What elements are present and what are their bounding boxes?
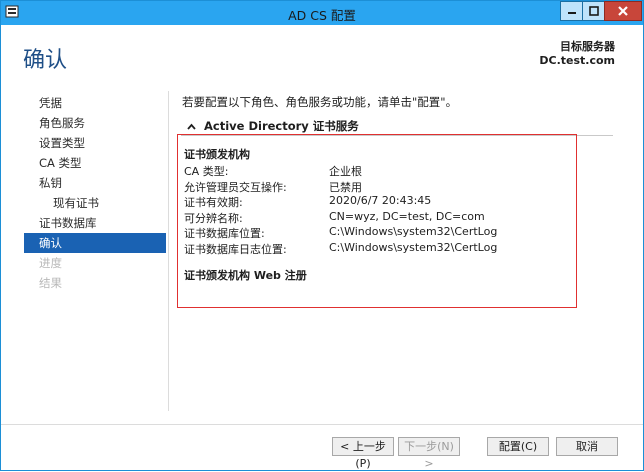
nav-item-setup-type[interactable]: 设置类型 bbox=[24, 133, 166, 153]
chevron-up-icon bbox=[187, 119, 196, 133]
nav-item-confirmation[interactable]: 确认 bbox=[24, 233, 166, 253]
footer-divider bbox=[1, 424, 643, 425]
window-title: AD CS 配置 bbox=[288, 8, 356, 23]
maximize-icon bbox=[589, 6, 599, 16]
nav-item-certificate-database[interactable]: 证书数据库 bbox=[24, 213, 166, 233]
nav-item-credentials[interactable]: 凭据 bbox=[24, 93, 166, 113]
target-server-label: 目标服务器 bbox=[560, 40, 615, 53]
previous-button[interactable]: < 上一步(P) bbox=[332, 437, 394, 470]
close-button[interactable] bbox=[604, 1, 642, 21]
nav-item-role-services[interactable]: 角色服务 bbox=[24, 113, 166, 133]
section-toggle-ad-cs[interactable]: Active Directory 证书服务 bbox=[187, 118, 359, 134]
minimize-icon bbox=[568, 12, 576, 14]
page-title: 确认 bbox=[23, 48, 68, 73]
nav-item-existing-certificate[interactable]: 现有证书 bbox=[24, 193, 166, 213]
cancel-button[interactable]: 取消 bbox=[556, 437, 618, 456]
nav-item-results: 结果 bbox=[39, 276, 62, 290]
close-icon bbox=[618, 6, 628, 16]
nav-divider bbox=[168, 91, 169, 411]
window: AD CS 配置 确认 目标服务器 DC.test.com 凭据 角色服务 设置… bbox=[0, 0, 644, 471]
nav-item-progress: 进度 bbox=[39, 256, 62, 270]
highlight-box bbox=[177, 134, 577, 308]
next-button[interactable]: 下一步(N) > bbox=[398, 437, 460, 470]
nav-item-ca-type[interactable]: CA 类型 bbox=[24, 153, 166, 173]
title-bar[interactable]: AD CS 配置 bbox=[1, 1, 643, 25]
minimize-button[interactable] bbox=[560, 1, 584, 21]
nav-item-private-key[interactable]: 私钥 bbox=[24, 173, 166, 193]
target-server-value: DC.test.com bbox=[539, 54, 615, 67]
intro-text: 若要配置以下角色、角色服务或功能，请单击"配置"。 bbox=[182, 95, 458, 109]
wizard-nav: 凭据 角色服务 设置类型 CA 类型 私钥 现有证书 证书数据库 确认 进度 结… bbox=[24, 93, 166, 293]
section-title: Active Directory 证书服务 bbox=[204, 119, 359, 133]
maximize-button[interactable] bbox=[582, 1, 606, 21]
configure-button[interactable]: 配置(C) bbox=[487, 437, 549, 456]
